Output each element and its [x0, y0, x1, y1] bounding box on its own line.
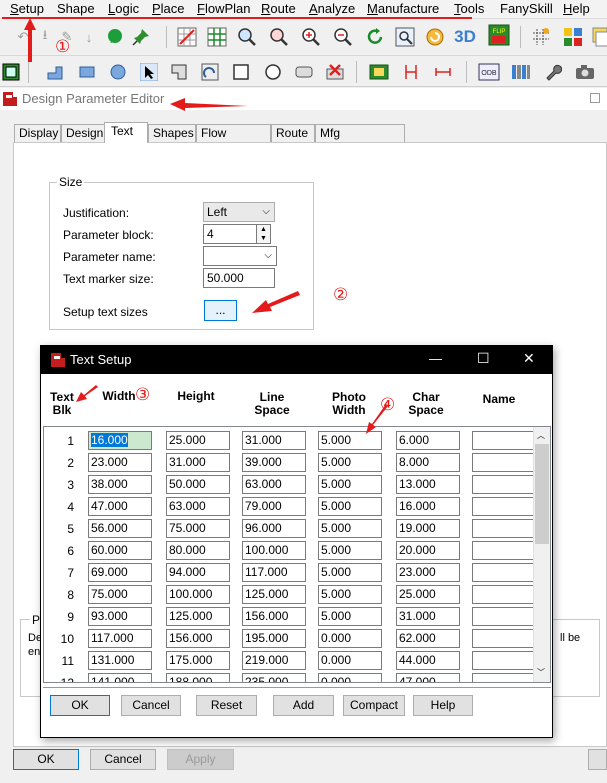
annotation-arrows — [24, 18, 388, 434]
annotation-1: ① — [55, 37, 71, 56]
tab-text[interactable]: Text — [104, 122, 148, 143]
annotation-3: ③ — [135, 385, 151, 404]
annotation-2: ② — [333, 285, 349, 304]
annotation-4: ④ — [380, 395, 396, 414]
